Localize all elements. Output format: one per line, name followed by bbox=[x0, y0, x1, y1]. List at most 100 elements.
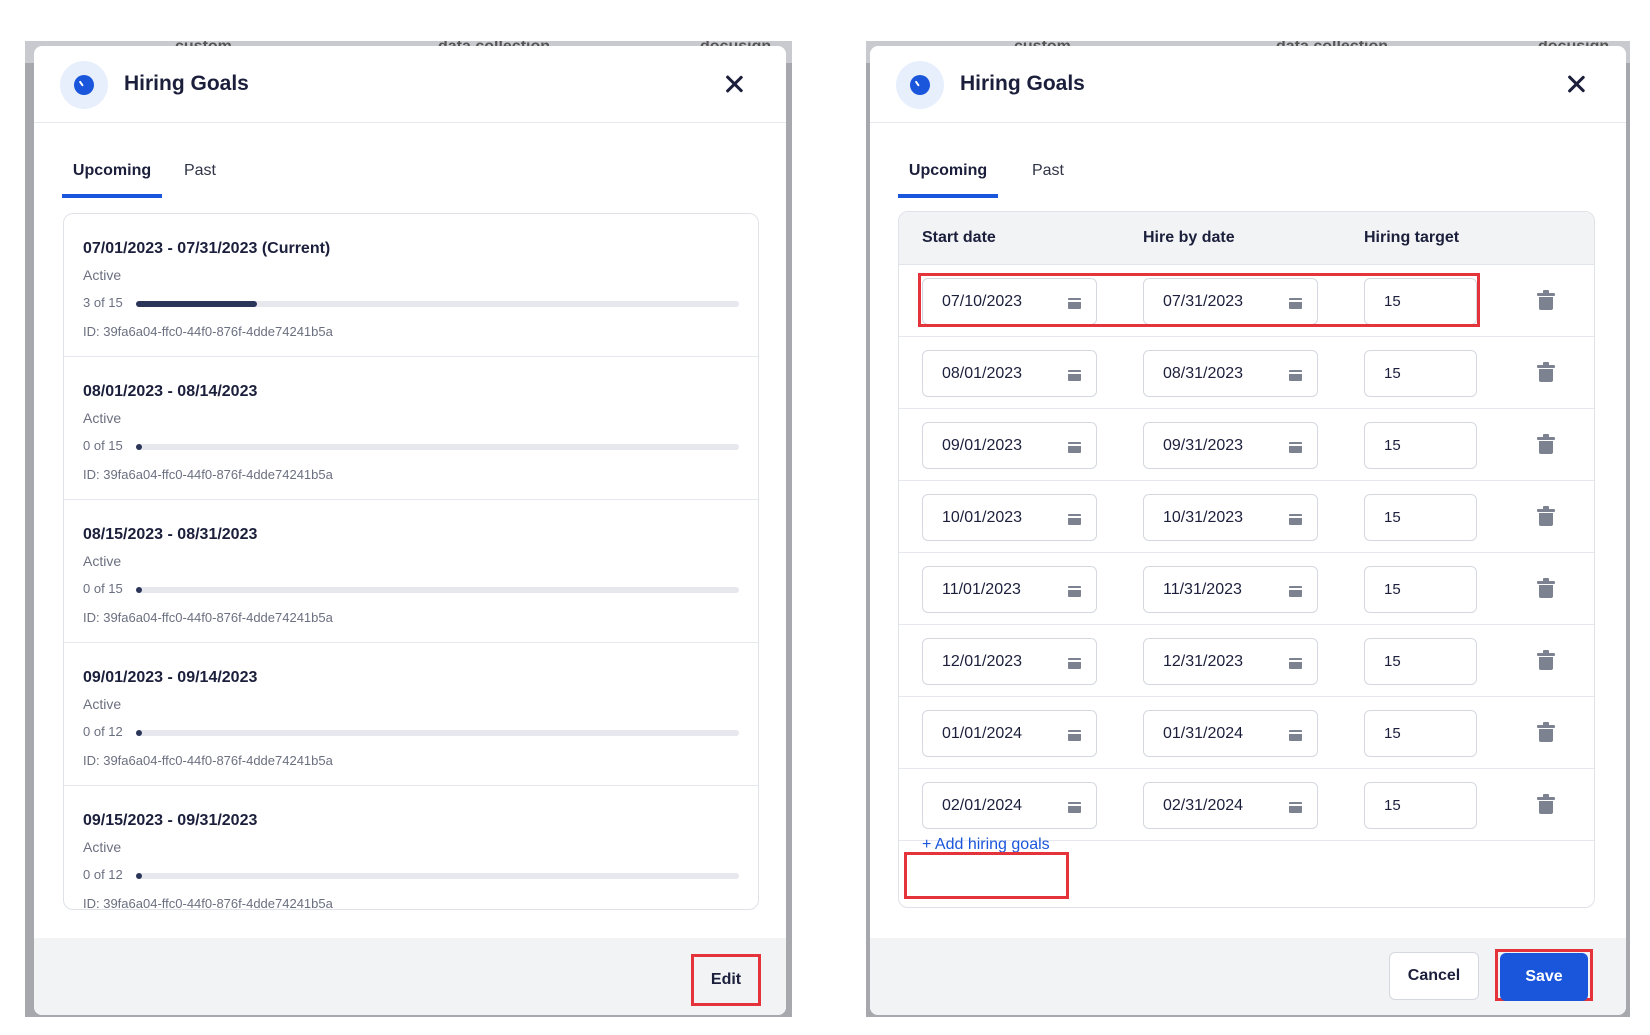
hiring-target-input[interactable]: 15 bbox=[1364, 782, 1477, 829]
hiring-target-input[interactable]: 15 bbox=[1364, 422, 1477, 469]
calendar-icon[interactable] bbox=[1289, 512, 1302, 525]
hire-by-date-input[interactable]: 12/31/2023 bbox=[1143, 638, 1318, 685]
table-row: 08/01/2023 08/31/2023 15 bbox=[899, 337, 1594, 409]
calendar-icon[interactable] bbox=[1289, 440, 1302, 453]
calendar-icon[interactable] bbox=[1289, 584, 1302, 597]
delete-row-icon[interactable] bbox=[1537, 794, 1555, 815]
goal-list-item: 08/01/2023 - 08/14/2023 Active 0 of 15 I… bbox=[64, 357, 758, 500]
cancel-button[interactable]: Cancel bbox=[1389, 952, 1479, 1000]
calendar-icon[interactable] bbox=[1068, 656, 1081, 669]
hiring-target-value: 15 bbox=[1384, 797, 1401, 814]
start-date-input[interactable]: 10/01/2023 bbox=[922, 494, 1097, 541]
hiring-target-input[interactable]: 15 bbox=[1364, 566, 1477, 613]
hiring-target-value: 15 bbox=[1384, 725, 1401, 742]
hire-by-date-input[interactable]: 10/31/2023 bbox=[1143, 494, 1318, 541]
start-date-value: 10/01/2023 bbox=[942, 509, 1023, 526]
hire-by-date-value: 12/31/2023 bbox=[1163, 653, 1244, 670]
modal-footer bbox=[34, 938, 786, 1015]
start-date-input[interactable]: 12/01/2023 bbox=[922, 638, 1097, 685]
hiring-target-input[interactable]: 15 bbox=[1364, 350, 1477, 397]
tab-upcoming[interactable]: Upcoming bbox=[898, 153, 998, 198]
goal-progress-label: 0 of 12 bbox=[83, 724, 123, 739]
hiring-target-value: 15 bbox=[1384, 509, 1401, 526]
delete-row-icon[interactable] bbox=[1537, 578, 1555, 599]
delete-row-icon[interactable] bbox=[1537, 362, 1555, 383]
hire-by-date-input[interactable]: 02/31/2024 bbox=[1143, 782, 1318, 829]
start-date-input[interactable]: 11/01/2023 bbox=[922, 566, 1097, 613]
start-date-input[interactable]: 01/01/2024 bbox=[922, 710, 1097, 757]
delete-row-icon[interactable] bbox=[1537, 290, 1555, 311]
close-icon[interactable] bbox=[1564, 72, 1588, 96]
hire-by-date-input[interactable]: 09/31/2023 bbox=[1143, 422, 1318, 469]
goal-id: ID: 39fa6a04-ffc0-44f0-876f-4dde74241b5a bbox=[83, 324, 333, 339]
table-row: 12/01/2023 12/31/2023 15 bbox=[899, 625, 1594, 697]
delete-row-icon[interactable] bbox=[1537, 434, 1555, 455]
delete-row-icon[interactable] bbox=[1537, 650, 1555, 671]
modal-title: Hiring Goals bbox=[960, 72, 1085, 95]
hiring-target-input[interactable]: 15 bbox=[1364, 710, 1477, 757]
tab-upcoming[interactable]: Upcoming bbox=[62, 153, 162, 198]
hire-by-date-value: 10/31/2023 bbox=[1163, 509, 1244, 526]
calendar-icon[interactable] bbox=[1068, 728, 1081, 741]
target-icon bbox=[60, 61, 108, 109]
hiring-target-input[interactable]: 15 bbox=[1364, 494, 1477, 541]
start-date-input[interactable]: 02/01/2024 bbox=[922, 782, 1097, 829]
goal-progress-label: 0 of 15 bbox=[83, 438, 123, 453]
hire-by-date-value: 09/31/2023 bbox=[1163, 437, 1244, 454]
modal-header: Hiring Goals bbox=[870, 46, 1626, 123]
calendar-icon[interactable] bbox=[1068, 440, 1081, 453]
close-icon[interactable] bbox=[722, 72, 746, 96]
calendar-icon[interactable] bbox=[1289, 368, 1302, 381]
goal-list-item: 09/01/2023 - 09/14/2023 Active 0 of 12 I… bbox=[64, 643, 758, 786]
goal-progress-label: 0 of 15 bbox=[83, 581, 123, 596]
calendar-icon[interactable] bbox=[1068, 368, 1081, 381]
goal-id: ID: 39fa6a04-ffc0-44f0-876f-4dde74241b5a bbox=[83, 610, 333, 625]
calendar-icon[interactable] bbox=[1289, 656, 1302, 669]
goal-progress-fill bbox=[136, 444, 142, 450]
goal-progress-fill bbox=[136, 873, 142, 879]
delete-row-icon[interactable] bbox=[1537, 722, 1555, 743]
goal-progress-fill bbox=[136, 587, 142, 593]
goal-date-range: 09/15/2023 - 09/31/2023 bbox=[83, 812, 258, 829]
hiring-target-value: 15 bbox=[1384, 365, 1401, 382]
tab-past[interactable]: Past bbox=[1028, 153, 1068, 198]
goal-progress-label: 3 of 15 bbox=[83, 295, 123, 310]
goal-date-range: 08/01/2023 - 08/14/2023 bbox=[83, 383, 258, 400]
hire-by-date-value: 01/31/2024 bbox=[1163, 725, 1244, 742]
target-icon bbox=[896, 61, 944, 109]
calendar-icon[interactable] bbox=[1068, 512, 1081, 525]
first-row-highlight bbox=[918, 273, 1480, 327]
goal-id: ID: 39fa6a04-ffc0-44f0-876f-4dde74241b5a bbox=[83, 896, 333, 910]
modal-title: Hiring Goals bbox=[124, 72, 249, 95]
hiring-target-value: 15 bbox=[1384, 653, 1401, 670]
hire-by-date-input[interactable]: 11/31/2023 bbox=[1143, 566, 1318, 613]
start-date-input[interactable]: 09/01/2023 bbox=[922, 422, 1097, 469]
hire-by-date-input[interactable]: 01/31/2024 bbox=[1143, 710, 1318, 757]
hire-by-date-value: 08/31/2023 bbox=[1163, 365, 1244, 382]
calendar-icon[interactable] bbox=[1068, 584, 1081, 597]
start-date-input[interactable]: 08/01/2023 bbox=[922, 350, 1097, 397]
start-date-value: 02/01/2024 bbox=[942, 797, 1023, 814]
modal-header: Hiring Goals bbox=[34, 46, 786, 123]
calendar-icon[interactable] bbox=[1289, 728, 1302, 741]
goals-list: 07/01/2023 - 07/31/2023 (Current) Active… bbox=[63, 213, 759, 910]
add-goals-highlight bbox=[904, 852, 1069, 899]
table-row: 01/01/2024 01/31/2024 15 bbox=[899, 697, 1594, 769]
hiring-target-value: 15 bbox=[1384, 581, 1401, 598]
table-row: 10/01/2023 10/31/2023 15 bbox=[899, 481, 1594, 553]
start-date-value: 11/01/2023 bbox=[942, 581, 1021, 598]
start-date-value: 09/01/2023 bbox=[942, 437, 1023, 454]
goal-list-item: 07/01/2023 - 07/31/2023 (Current) Active… bbox=[64, 214, 758, 357]
calendar-icon[interactable] bbox=[1289, 800, 1302, 813]
delete-row-icon[interactable] bbox=[1537, 506, 1555, 527]
save-button[interactable]: Save bbox=[1500, 953, 1588, 1001]
calendar-icon[interactable] bbox=[1068, 800, 1081, 813]
start-date-value: 01/01/2024 bbox=[942, 725, 1023, 742]
start-date-value: 12/01/2023 bbox=[942, 653, 1023, 670]
hire-by-date-input[interactable]: 08/31/2023 bbox=[1143, 350, 1318, 397]
edit-button[interactable]: Edit bbox=[697, 961, 755, 999]
tab-past[interactable]: Past bbox=[180, 153, 220, 198]
table-row: 09/01/2023 09/31/2023 15 bbox=[899, 409, 1594, 481]
hiring-target-input[interactable]: 15 bbox=[1364, 638, 1477, 685]
goal-status: Active bbox=[83, 410, 122, 426]
